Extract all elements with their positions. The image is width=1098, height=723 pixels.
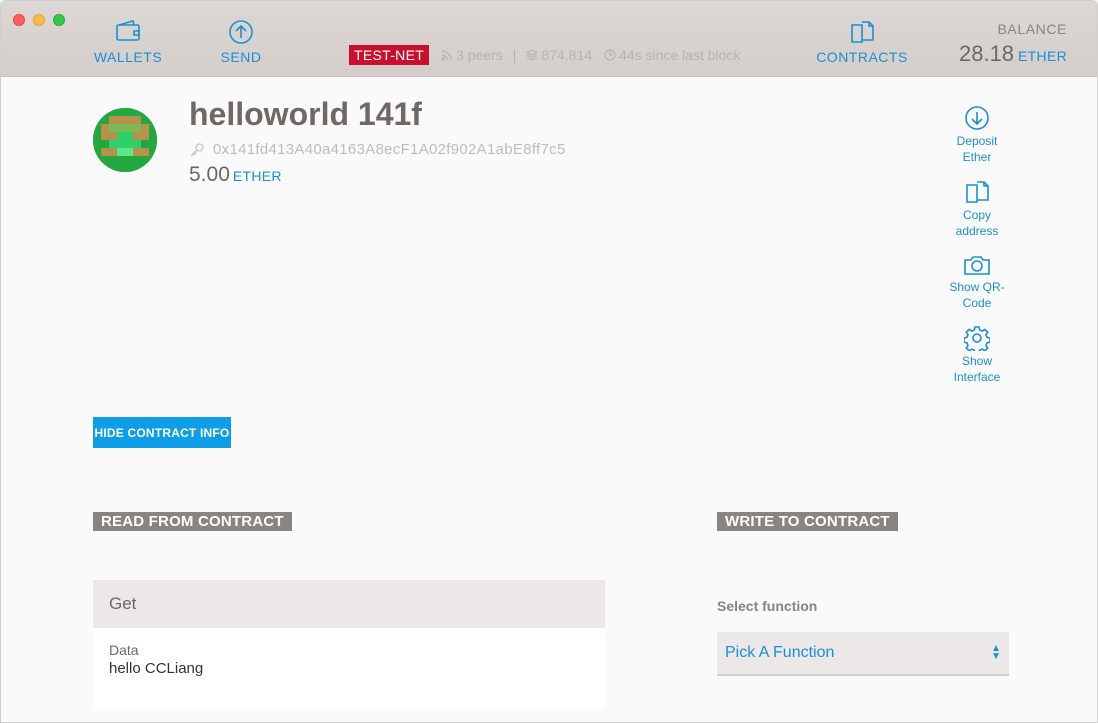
account-name: helloworld 141f bbox=[189, 96, 422, 132]
account-address-row: 0x141fd413A40a4163A8ecF1A02f902A1abE8ff7… bbox=[189, 141, 566, 158]
gear-icon bbox=[964, 326, 990, 351]
select-arrows-icon: ▲ ▼ bbox=[991, 643, 1001, 662]
nav-wallets-label: WALLETS bbox=[93, 49, 163, 65]
read-output-value: hello CCLiang bbox=[109, 660, 204, 677]
key-icon bbox=[190, 142, 204, 156]
function-select-value: Pick A Function bbox=[725, 644, 835, 661]
contracts-icon bbox=[816, 19, 908, 43]
block-status: 874,814 bbox=[526, 47, 592, 63]
total-balance: 28.18 ETHER bbox=[959, 41, 1067, 67]
balance-label: BALANCE bbox=[997, 21, 1067, 37]
status-divider: | bbox=[512, 47, 517, 63]
account-balance-unit: ETHER bbox=[232, 168, 282, 184]
signal-icon bbox=[441, 50, 452, 61]
clock-icon bbox=[604, 49, 616, 61]
show-interface-label: Show Interface bbox=[953, 354, 1001, 384]
nav-send-label: SEND bbox=[220, 49, 262, 65]
download-icon bbox=[965, 106, 989, 130]
write-to-contract-title: WRITE TO CONTRACT bbox=[717, 512, 898, 531]
window-controls bbox=[13, 14, 65, 26]
copy-icon bbox=[966, 181, 989, 203]
show-interface-button[interactable]: Show Interface bbox=[941, 325, 1013, 385]
minimize-window-button[interactable] bbox=[33, 14, 45, 26]
read-output-label: Data bbox=[109, 642, 139, 658]
app-window: WALLETS SEND TEST-NET 3 peers | 874,814 … bbox=[0, 0, 1098, 723]
layers-icon bbox=[526, 49, 539, 61]
peers-count: 3 peers bbox=[456, 47, 503, 63]
testnet-badge: TEST-NET bbox=[349, 45, 430, 65]
nav-contracts[interactable]: CONTRACTS bbox=[816, 19, 908, 65]
account-balance: 5.00 ETHER bbox=[189, 163, 282, 187]
zoom-window-button[interactable] bbox=[53, 14, 65, 26]
nav-wallets[interactable]: WALLETS bbox=[93, 19, 163, 65]
account-balance-amount: 5.00 bbox=[189, 163, 230, 186]
top-bar: WALLETS SEND TEST-NET 3 peers | 874,814 … bbox=[1, 1, 1097, 77]
select-function-label: Select function bbox=[717, 598, 818, 614]
send-arrow-icon bbox=[211, 19, 271, 44]
account-identicon bbox=[93, 108, 157, 172]
copy-address-button[interactable]: Copy address bbox=[941, 179, 1013, 239]
account-address[interactable]: 0x141fd413A40a4163A8ecF1A02f902A1abE8ff7… bbox=[213, 141, 566, 158]
camera-icon bbox=[964, 256, 990, 275]
copy-address-label: Copy address bbox=[955, 208, 999, 238]
read-from-contract-title: READ FROM CONTRACT bbox=[93, 512, 292, 531]
nav-send[interactable]: SEND bbox=[211, 19, 271, 65]
show-qr-code-label: Show QR-Code bbox=[949, 280, 1005, 310]
wallet-icon bbox=[93, 19, 163, 43]
nav-contracts-label: CONTRACTS bbox=[816, 49, 908, 65]
peers-status: 3 peers bbox=[441, 47, 503, 63]
network-status: TEST-NET 3 peers | 874,814 44s since las… bbox=[349, 45, 740, 65]
close-window-button[interactable] bbox=[13, 14, 25, 26]
deposit-ether-label: Deposit Ether bbox=[956, 134, 998, 164]
block-number: 874,814 bbox=[541, 47, 593, 63]
total-balance-amount: 28.18 bbox=[958, 41, 1015, 66]
read-output-field: Data hello CCLiang bbox=[93, 628, 605, 677]
read-function-card: Get Data hello CCLiang bbox=[93, 580, 605, 710]
time-since-block: 44s since last block bbox=[619, 47, 741, 63]
total-balance-unit: ETHER bbox=[1018, 48, 1067, 64]
show-qr-code-button[interactable]: Show QR-Code bbox=[941, 253, 1013, 311]
deposit-ether-button[interactable]: Deposit Ether bbox=[941, 105, 1013, 165]
hide-contract-info-button[interactable]: HIDE CONTRACT INFO bbox=[93, 417, 231, 448]
function-select[interactable]: Pick A Function ▲ ▼ bbox=[717, 632, 1009, 676]
read-function-name: Get bbox=[93, 580, 605, 628]
last-block-status: 44s since last block bbox=[604, 47, 740, 63]
